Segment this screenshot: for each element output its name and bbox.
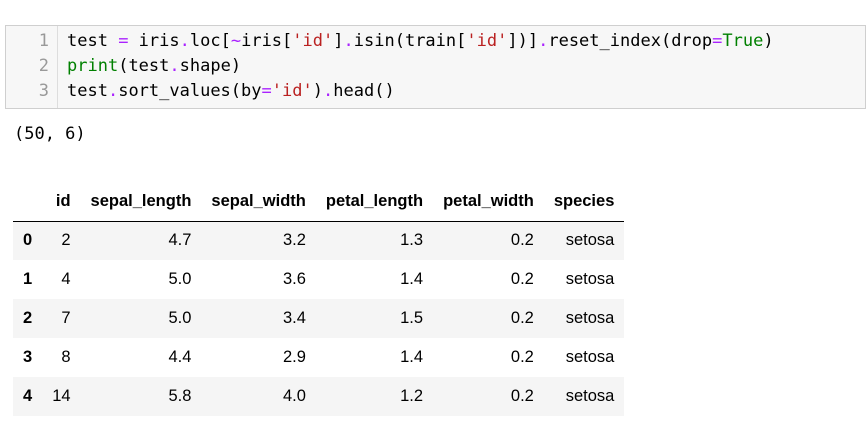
index-header [13,183,43,222]
table-cell: 4.4 [168,348,192,366]
table-body: 0 2 4.7 3.2 1.3 0.2 setosa 1 4 5.0 3.6 1.4 0.2 setosa… [13,221,625,416]
table-cell: 0.2 [510,387,534,405]
code-cell[interactable]: 1 2 3 test = iris.loc[~iris['id'].isin(t… [5,25,866,109]
table-cell: 3.2 [282,231,306,250]
row-index: 2 [23,309,33,327]
column-header-id: id [42,183,81,222]
table-cell: 7 [61,309,71,327]
table-cell: 1.2 [400,387,424,405]
table-cell: 1.5 [400,309,424,327]
line-number: 2 [38,56,49,76]
table-header-row: id sepal_length sepal_width petal_length… [13,183,625,222]
table-cell: 2 [61,231,71,250]
code-line-2[interactable]: print(test.shape) [67,54,241,79]
table-cell: 5.0 [168,309,192,327]
table-row: 3 8 4.4 2.9 1.4 0.2 setosa [13,338,625,377]
table-cell: 1.4 [400,348,424,366]
table-cell: 4.7 [168,231,192,250]
column-header-sepal-width: sepal_width [201,183,316,222]
table-cell: 4 [61,270,71,288]
table-row: 4 14 5.8 4.0 1.2 0.2 setosa [13,377,625,416]
table-cell: 3.4 [282,309,306,327]
stdout-output: (50, 6) [14,124,86,144]
table-cell: 14 [52,387,71,405]
table-cell: 3.6 [282,270,306,288]
table-cell: 1.4 [400,270,424,288]
table-cell: 0.2 [510,309,534,327]
column-header-petal-length: petal_length [315,183,434,222]
code-line-3[interactable]: test.sort_values(by='id').head() [67,79,395,104]
column-header-sepal-length: sepal_length [80,183,202,222]
table-cell: setosa [565,231,615,250]
row-index: 3 [23,348,33,366]
dataframe-table: id sepal_length sepal_width petal_length… [13,183,625,416]
table-cell: setosa [565,309,615,327]
table-cell: setosa [565,270,615,288]
table-cell: setosa [565,348,615,366]
table-cell: 8 [61,348,71,366]
line-number: 1 [38,31,49,51]
table-cell: 5.8 [168,387,192,405]
table-row: 0 2 4.7 3.2 1.3 0.2 setosa [13,221,625,260]
table-row: 1 4 5.0 3.6 1.4 0.2 setosa [13,260,625,299]
table-cell: 5.0 [168,270,192,288]
table-cell: 0.2 [510,270,534,288]
table-cell: 0.2 [510,348,534,366]
row-index: 1 [23,270,33,288]
column-header-petal-width: petal_width [433,183,544,222]
table-cell: 2.9 [282,348,306,366]
table-cell: 1.3 [400,231,424,250]
row-index: 0 [23,231,33,250]
line-number: 3 [38,81,49,101]
row-index: 4 [23,387,33,405]
line-number-gutter: 1 2 3 [6,26,58,108]
table-cell: 4.0 [282,387,306,405]
table-row: 2 7 5.0 3.4 1.5 0.2 setosa [13,299,625,338]
column-header-species: species [543,183,625,222]
table-cell: 0.2 [510,231,534,250]
code-line-1[interactable]: test = iris.loc[~iris['id'].isin(train['… [67,29,774,54]
table-cell: setosa [565,387,615,405]
